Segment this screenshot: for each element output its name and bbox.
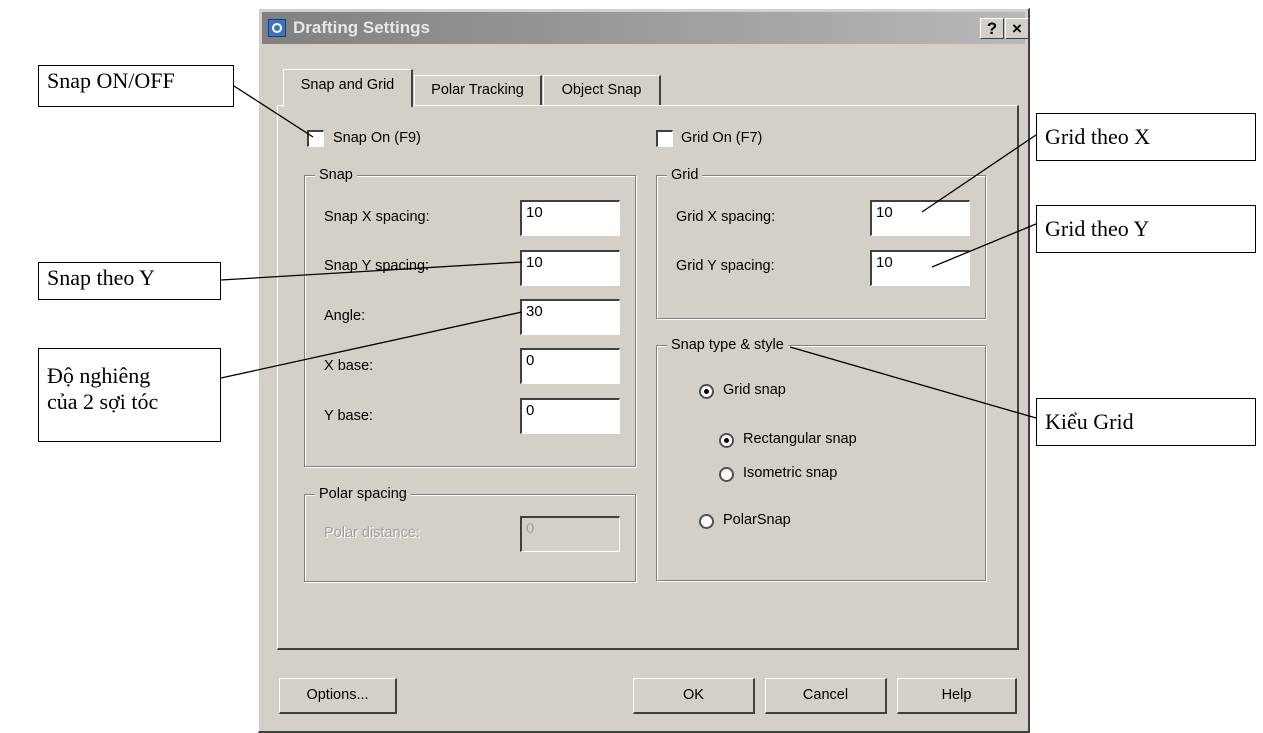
x-base-label: X base: xyxy=(324,358,374,374)
polarsnap-label[interactable]: PolarSnap xyxy=(723,512,791,528)
polar-spacing-title: Polar spacing xyxy=(315,485,411,503)
ok-button[interactable]: OK xyxy=(633,678,755,714)
tab-polar-tracking[interactable]: Polar Tracking xyxy=(414,75,542,106)
grid-group-title: Grid xyxy=(667,166,703,184)
help-button[interactable]: Help xyxy=(897,678,1017,714)
callout-angle: Độ nghiêng của 2 sợi tóc xyxy=(38,348,221,442)
app-icon xyxy=(268,19,286,37)
snap-type-title: Snap type & style xyxy=(667,336,788,354)
snap-group-title: Snap xyxy=(315,166,357,184)
polar-distance-input: 0 xyxy=(520,516,620,552)
grid-x-spacing-label: Grid X spacing: xyxy=(676,209,776,225)
grid-on-checkbox[interactable] xyxy=(656,130,673,147)
grid-x-spacing-input[interactable]: 10 xyxy=(870,200,970,236)
snap-y-spacing-input[interactable]: 10 xyxy=(520,250,620,286)
polarsnap-radio[interactable] xyxy=(699,514,714,529)
y-base-input[interactable]: 0 xyxy=(520,398,620,434)
tab-panel: Snap On (F9) Grid On (F7) Snap Snap X sp… xyxy=(277,105,1019,650)
title-bar[interactable]: Drafting Settings ? × xyxy=(262,12,1029,44)
rectangular-snap-label[interactable]: Rectangular snap xyxy=(743,431,857,447)
callout-snap-onoff: Snap ON/OFF xyxy=(38,65,234,107)
snap-type-group: Snap type & style xyxy=(656,336,986,581)
angle-input[interactable]: 30 xyxy=(520,299,620,335)
grid-snap-label[interactable]: Grid snap xyxy=(723,382,786,398)
callout-grid-x: Grid theo X xyxy=(1036,113,1256,161)
snap-x-spacing-label: Snap X spacing: xyxy=(324,209,430,225)
window-title: Drafting Settings xyxy=(293,18,430,37)
angle-label: Angle: xyxy=(324,308,366,324)
tab-object-snap[interactable]: Object Snap xyxy=(543,75,661,106)
grid-on-label[interactable]: Grid On (F7) xyxy=(681,130,762,146)
callout-angle-line2: của 2 sợi tóc xyxy=(47,389,159,414)
callout-snap-y: Snap theo Y xyxy=(38,262,221,300)
snap-on-checkbox[interactable] xyxy=(307,130,324,147)
options-button[interactable]: Options... xyxy=(279,678,397,714)
grid-group: Grid xyxy=(656,166,986,319)
isometric-snap-radio[interactable] xyxy=(719,467,734,482)
y-base-label: Y base: xyxy=(324,408,373,424)
snap-on-label[interactable]: Snap On (F9) xyxy=(333,130,421,146)
grid-y-spacing-label: Grid Y spacing: xyxy=(676,258,775,274)
callout-grid-y: Grid theo Y xyxy=(1036,205,1256,253)
snap-y-spacing-label: Snap Y spacing: xyxy=(324,258,430,274)
help-icon[interactable]: ? xyxy=(980,18,1004,39)
polar-distance-label: Polar distance: xyxy=(324,525,420,541)
tab-snap-and-grid[interactable]: Snap and Grid xyxy=(283,69,413,107)
isometric-snap-label[interactable]: Isometric snap xyxy=(743,465,837,481)
grid-snap-radio[interactable] xyxy=(699,384,714,399)
grid-y-spacing-input[interactable]: 10 xyxy=(870,250,970,286)
cancel-button[interactable]: Cancel xyxy=(765,678,887,714)
drafting-settings-dialog: Drafting Settings ? × Snap and Grid Pola… xyxy=(258,8,1030,733)
rectangular-snap-radio[interactable] xyxy=(719,433,734,448)
callout-grid-style: Kiểu Grid xyxy=(1036,398,1256,446)
x-base-input[interactable]: 0 xyxy=(520,348,620,384)
close-icon[interactable]: × xyxy=(1005,18,1029,39)
snap-x-spacing-input[interactable]: 10 xyxy=(520,200,620,236)
callout-angle-line1: Độ nghiêng xyxy=(47,363,151,388)
